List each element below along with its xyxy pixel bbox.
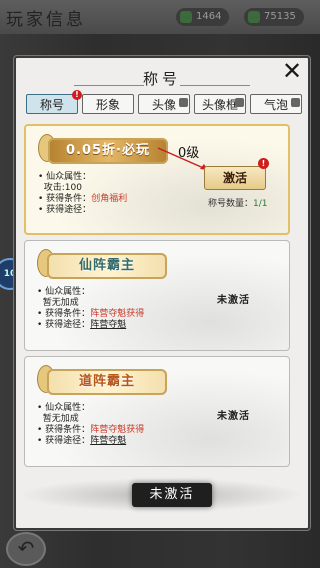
title-attributes: • 仙众属性： 暂无加成 • 获得条件：阵营夺魁获得 • 获得途径：阵营夺魁 [37,287,145,330]
tab-avatar[interactable]: 头像 [138,94,190,114]
back-button[interactable]: ↶ [6,532,46,566]
resource-1: 1464 [176,8,230,26]
resource-2-icon [248,11,260,23]
title-banner: 道阵霸主 [47,369,167,395]
page-title: 玩家信息 [6,10,86,30]
inactive-button[interactable]: 未激活 [132,483,212,507]
status-label: 未激活 [217,295,250,306]
title-list[interactable]: 0.05折·必玩 0级 • 仙众属性： 攻击:100 • 获得条件：创角福利 •… [24,124,300,469]
tab-bar: 称号 ! 形象 头像 头像框 气泡 [26,90,304,116]
background-header: 玩家信息 1464 75135 [0,0,320,34]
lock-icon [235,98,244,107]
title-attributes: • 仙众属性： 攻击:100 • 获得条件：创角福利 • 获得途径： [38,172,128,215]
title-banner: 0.05折·必玩 [48,138,168,164]
resource-1-icon [180,11,192,23]
title-attributes: • 仙众属性： 暂无加成 • 获得条件：阵营夺魁获得 • 获得途径：阵营夺魁 [37,403,145,446]
tab-avatar-frame[interactable]: 头像框 [194,94,246,114]
title-card[interactable]: 道阵霸主 • 仙众属性： 暂无加成 • 获得条件：阵营夺魁获得 • 获得途径：阵… [24,356,290,467]
tab-appearance[interactable]: 形象 [82,94,134,114]
alert-icon: ! [258,158,269,169]
title-card[interactable]: 仙阵霸主 • 仙众属性： 暂无加成 • 获得条件：阵营夺魁获得 • 获得途径：阵… [24,240,290,351]
resource-2: 75135 [244,8,304,26]
alert-icon: ! [72,90,82,100]
lock-icon [291,98,300,107]
dialog-title: 称号 [142,70,181,88]
title-dialog: 称号 ✕ 称号 ! 形象 头像 头像框 气泡 0.05折·必玩 0级 • 仙众属… [14,56,310,530]
status-label: 未激活 [217,411,250,422]
title-banner: 仙阵霸主 [47,253,167,279]
tab-bubble[interactable]: 气泡 [250,94,302,114]
lock-icon [179,98,188,107]
activate-button[interactable]: 激活 [204,166,266,190]
tab-title[interactable]: 称号 ! [26,90,82,114]
close-button[interactable]: ✕ [280,59,304,84]
title-card[interactable]: 0.05折·必玩 0级 • 仙众属性： 攻击:100 • 获得条件：创角福利 •… [24,124,290,235]
title-count: 称号数量：1/1 [208,199,268,209]
